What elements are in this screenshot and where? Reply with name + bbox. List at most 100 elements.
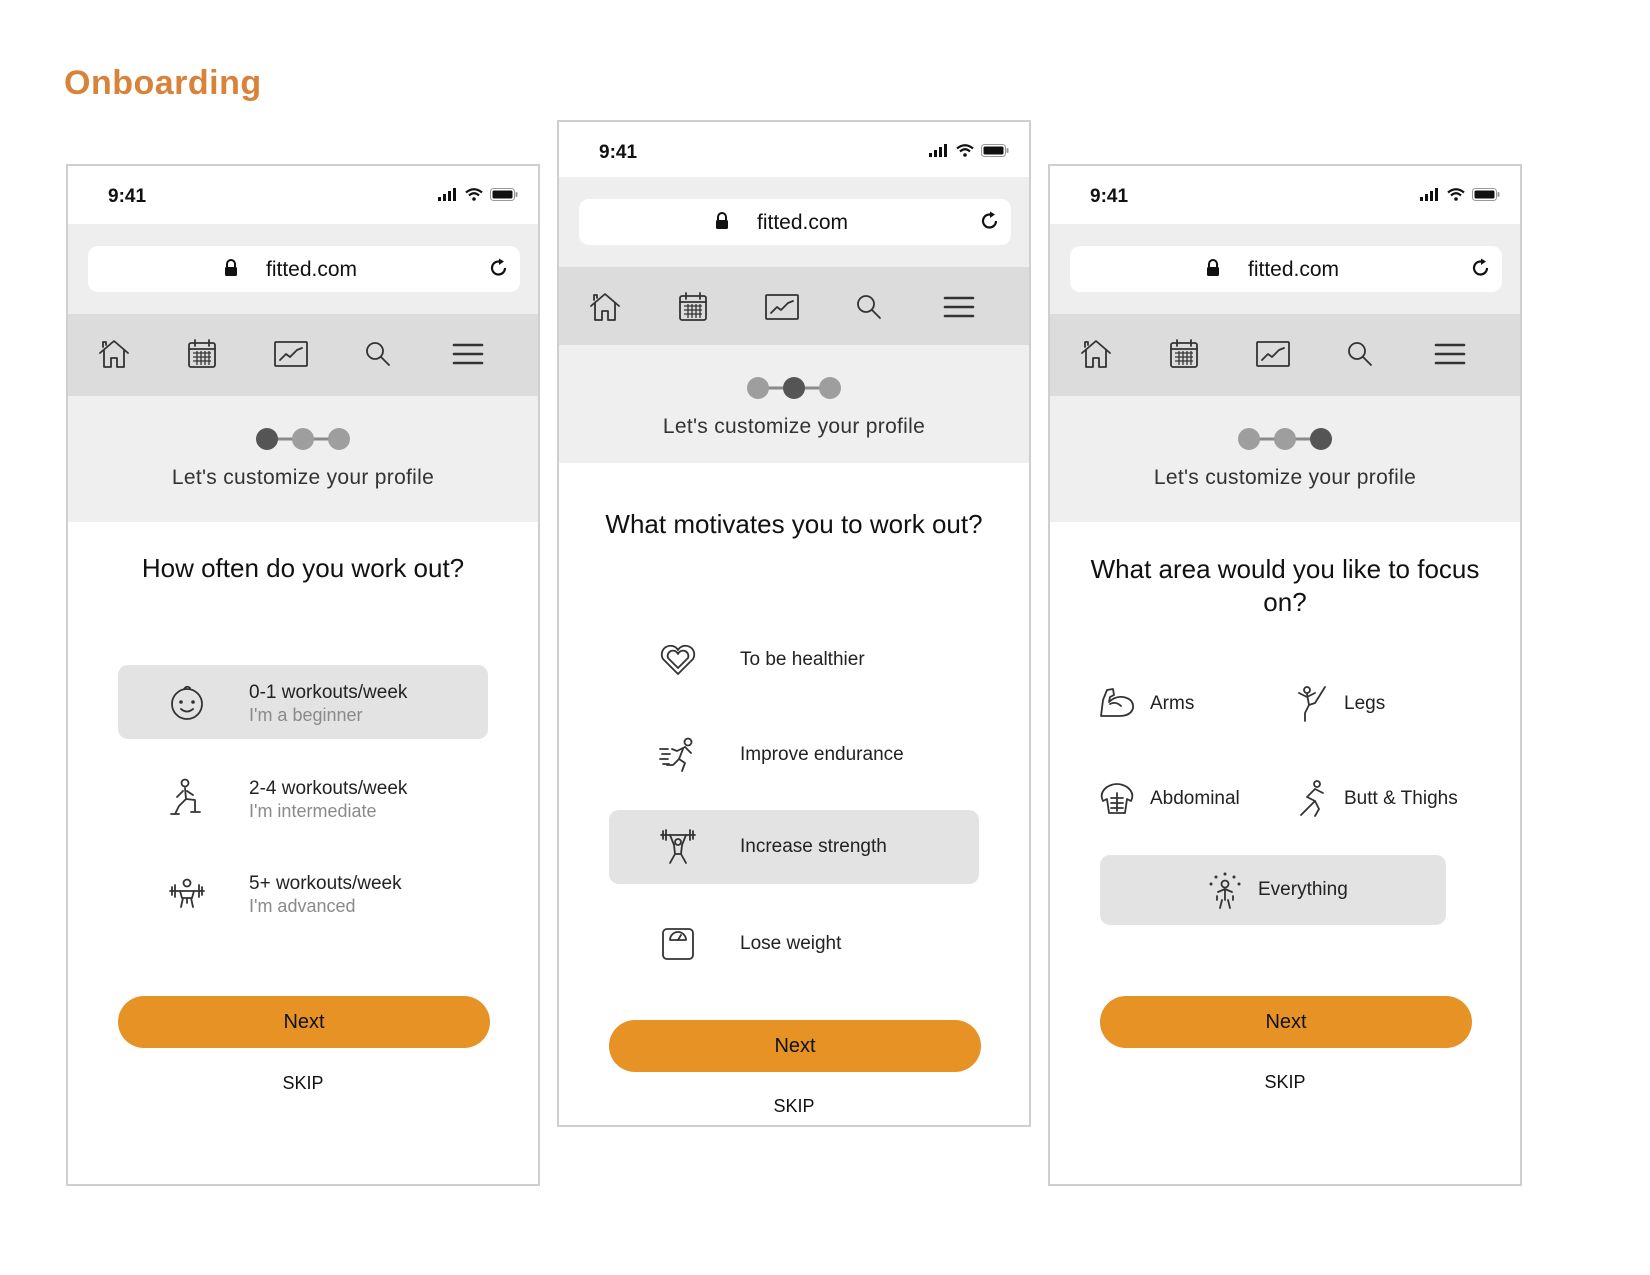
- step-indicator: [1050, 426, 1520, 452]
- area-everything[interactable]: Everything: [1100, 855, 1446, 925]
- lock-icon: [225, 259, 237, 276]
- step-indicator: [68, 426, 538, 452]
- option-advanced[interactable]: 5+ workouts/week I'm advanced: [118, 856, 488, 930]
- status-bar: 9:41: [559, 122, 1029, 180]
- area-arms[interactable]: Arms: [1096, 683, 1194, 725]
- home-icon[interactable]: [1076, 334, 1116, 374]
- skip-link[interactable]: SKIP: [1050, 1072, 1520, 1093]
- page-title: Onboarding: [64, 64, 262, 102]
- area-label: Butt & Thighs: [1344, 788, 1458, 809]
- area-everything-content: Everything: [1204, 869, 1348, 911]
- reload-icon[interactable]: [488, 257, 510, 279]
- nav-bar: [559, 267, 1029, 349]
- url-text: fitted.com: [1248, 258, 1340, 281]
- next-button[interactable]: Next: [1100, 996, 1472, 1048]
- calendar-icon[interactable]: [673, 287, 713, 327]
- progress-header: Let's customize your profile: [68, 396, 538, 522]
- header-text: Let's customize your profile: [1153, 466, 1417, 489]
- barbell-icon: [657, 826, 699, 868]
- option-title: Increase strength: [740, 836, 887, 857]
- status-icons: [438, 188, 518, 201]
- url-text: fitted.com: [266, 258, 358, 281]
- home-icon[interactable]: [585, 287, 625, 327]
- question-text: What area would you like to focus on?: [1090, 554, 1480, 617]
- heart-icon: [657, 639, 699, 681]
- menu-icon[interactable]: [448, 334, 488, 374]
- question-text: What motivates you to work out?: [605, 509, 983, 539]
- menu-icon[interactable]: [939, 287, 979, 327]
- option-subtitle: I'm advanced: [249, 896, 356, 916]
- battery-icon: [490, 188, 518, 201]
- calendar-icon[interactable]: [1164, 334, 1204, 374]
- onboarding-board: Onboarding 9:41 fitted.com Let's customi…: [0, 0, 1650, 1275]
- phone-screen-1: 9:41 fitted.com Let's customize your pro…: [66, 164, 540, 1186]
- url-text: fitted.com: [757, 211, 849, 234]
- lock-icon: [1207, 259, 1219, 276]
- search-icon[interactable]: [358, 334, 398, 374]
- chart-icon[interactable]: [1253, 334, 1293, 374]
- browser-bar: fitted.com: [68, 224, 538, 314]
- skip-link[interactable]: SKIP: [68, 1073, 538, 1094]
- option-beginner[interactable]: 0-1 workouts/week I'm a beginner: [118, 665, 488, 739]
- weightlifter-icon: [166, 872, 208, 914]
- calendar-icon[interactable]: [182, 334, 222, 374]
- option-endurance[interactable]: Improve endurance: [609, 718, 979, 792]
- skip-link[interactable]: SKIP: [559, 1096, 1029, 1117]
- browser-bar: fitted.com: [559, 177, 1029, 267]
- status-icons: [929, 144, 1009, 157]
- chart-icon[interactable]: [762, 287, 802, 327]
- option-title: 0-1 workouts/week: [249, 682, 408, 703]
- phone-screen-2: 9:41 fitted.com Let's customize your pro…: [557, 120, 1031, 1127]
- header-text: Let's customize your profile: [171, 466, 435, 489]
- area-butt-thighs[interactable]: Butt & Thighs: [1290, 778, 1458, 820]
- battery-icon: [981, 144, 1009, 157]
- browser-bar: fitted.com: [1050, 224, 1520, 314]
- option-strength[interactable]: Increase strength: [609, 810, 979, 884]
- next-button[interactable]: Next: [609, 1020, 981, 1072]
- option-title: 5+ workouts/week: [249, 873, 402, 894]
- area-legs[interactable]: Legs: [1290, 683, 1385, 725]
- option-subtitle: I'm a beginner: [249, 705, 363, 725]
- leg-kick-icon: [1290, 683, 1332, 725]
- progress-header: Let's customize your profile: [559, 345, 1029, 463]
- nav-bar: [68, 314, 538, 396]
- wifi-icon: [465, 188, 483, 201]
- area-label: Legs: [1344, 693, 1386, 714]
- next-button[interactable]: Next: [118, 996, 490, 1048]
- arm-icon: [1096, 683, 1138, 725]
- menu-icon[interactable]: [1430, 334, 1470, 374]
- option-intermediate[interactable]: 2-4 workouts/week I'm intermediate: [118, 761, 488, 835]
- home-icon[interactable]: [94, 334, 134, 374]
- step-indicator: [559, 375, 1029, 401]
- baby-face-icon: [166, 681, 208, 723]
- search-icon[interactable]: [849, 287, 889, 327]
- option-healthier[interactable]: To be healthier: [609, 623, 979, 697]
- header-text: Let's customize your profile: [662, 415, 926, 438]
- scale-icon: [657, 923, 699, 965]
- signal-icon: [929, 144, 947, 157]
- area-label: Abdominal: [1150, 788, 1240, 809]
- lock-icon: [716, 212, 728, 229]
- chart-icon[interactable]: [271, 334, 311, 374]
- option-title: To be healthier: [740, 649, 865, 670]
- area-label: Arms: [1150, 693, 1195, 714]
- question-text: How often do you work out?: [141, 553, 465, 583]
- wifi-icon: [956, 144, 974, 157]
- squat-icon: [1290, 778, 1332, 820]
- reload-icon[interactable]: [979, 210, 1001, 232]
- reload-icon[interactable]: [1470, 257, 1492, 279]
- area-abdominal[interactable]: Abdominal: [1096, 778, 1240, 820]
- option-title: Improve endurance: [740, 744, 904, 765]
- status-time: 9:41: [1090, 186, 1129, 207]
- signal-icon: [438, 188, 456, 201]
- option-title: 2-4 workouts/week: [249, 778, 408, 799]
- url-field[interactable]: fitted.com: [88, 246, 520, 292]
- full-body-icon: [1204, 869, 1246, 911]
- option-lose-weight[interactable]: Lose weight: [609, 907, 979, 981]
- url-field[interactable]: fitted.com: [579, 199, 1011, 245]
- nav-bar: [1050, 314, 1520, 396]
- url-field[interactable]: fitted.com: [1070, 246, 1502, 292]
- search-icon[interactable]: [1340, 334, 1380, 374]
- battery-icon: [1472, 188, 1500, 201]
- option-subtitle: I'm intermediate: [249, 801, 377, 821]
